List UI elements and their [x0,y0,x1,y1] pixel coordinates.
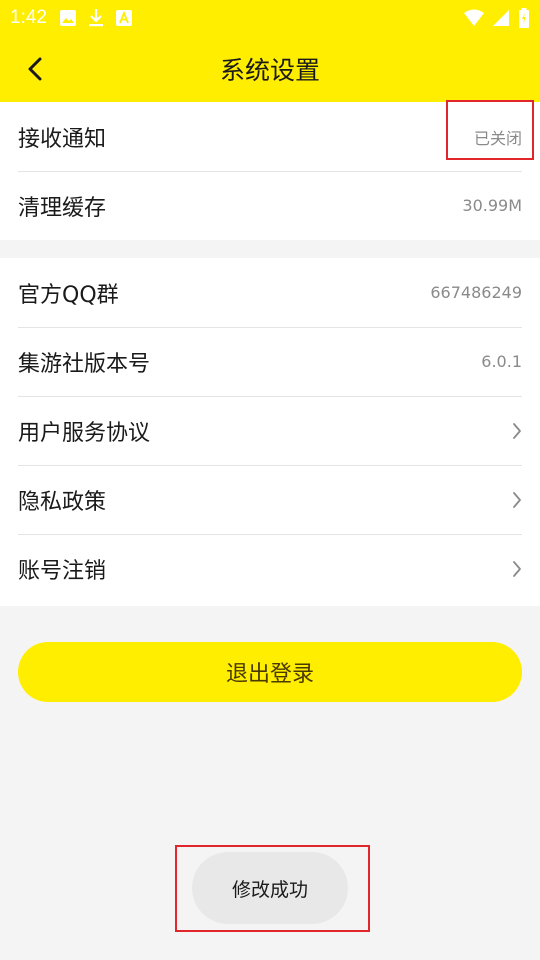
setting-receive-notifications[interactable]: 接收通知 已关闭 [0,102,540,171]
page-title: 系统设置 [219,56,320,85]
chevron-left-icon [27,56,43,86]
setting-label: 清理缓存 [18,195,107,221]
status-icons-right [464,0,530,36]
setting-label: 接收通知 [18,126,107,152]
setting-value: 已关闭 [473,128,522,148]
chevron-right-icon [512,491,522,509]
setting-value: 6.0.1 [481,352,522,371]
chevron-right-icon [512,560,522,578]
app-bar: 系统设置 [0,36,540,102]
setting-label: 用户服务协议 [18,420,151,446]
setting-clear-cache[interactable]: 清理缓存 30.99M [0,171,540,240]
settings-group-general: 接收通知 已关闭 清理缓存 30.99M [0,102,540,240]
setting-label: 账号注销 [18,558,107,584]
back-button[interactable] [18,54,52,88]
status-bar: 1:42 [0,0,540,36]
chevron-right-icon [512,422,522,440]
logout-button[interactable]: 退出登录 [18,642,522,702]
settings-group-about: 官方QQ群 667486249 集游社版本号 6.0.1 用户服务协议 隐私政策… [0,258,540,606]
setting-value: 667486249 [430,283,522,302]
battery-charging-icon [518,8,530,28]
status-time: 1:42 [10,7,47,28]
setting-app-version[interactable]: 集游社版本号 6.0.1 [0,327,540,396]
status-icons-left [59,8,133,28]
setting-official-qq-group[interactable]: 官方QQ群 667486249 [0,258,540,327]
setting-privacy-policy[interactable]: 隐私政策 [0,465,540,534]
signal-icon [492,9,510,27]
setting-account-deletion[interactable]: 账号注销 [0,534,540,603]
setting-label: 官方QQ群 [18,282,119,308]
setting-label: 隐私政策 [18,489,107,515]
toast-message: 修改成功 [192,852,348,924]
download-icon [87,8,105,28]
app-notification-icon [115,9,133,27]
wifi-icon [464,9,484,27]
image-icon [59,9,77,27]
setting-value: 30.99M [462,196,522,215]
setting-user-agreement[interactable]: 用户服务协议 [0,396,540,465]
setting-label: 集游社版本号 [18,351,151,377]
